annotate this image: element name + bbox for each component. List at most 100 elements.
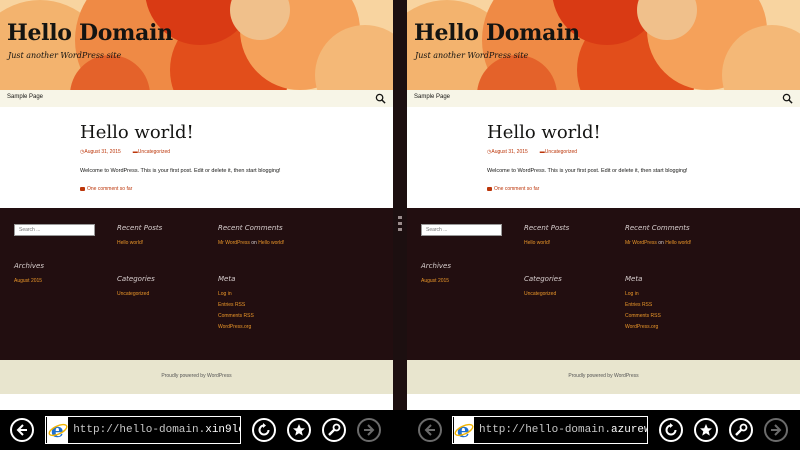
refresh-icon: [665, 423, 677, 436]
meta-link-comments-rss[interactable]: Comments RSS: [218, 313, 254, 319]
post-content: Hello world! ◷August 31, 2015 ▬Uncategori…: [0, 107, 393, 208]
back-arrow-icon: [16, 424, 27, 436]
meta-title: Meta: [625, 275, 643, 283]
recent-comments-title: Recent Comments: [218, 224, 283, 232]
post-date[interactable]: ◷August 31, 2015: [487, 149, 534, 155]
recent-posts-title: Recent Posts: [524, 224, 570, 232]
post-title[interactable]: Hello world!: [80, 122, 194, 143]
recent-post-link[interactable]: Hello world!: [524, 240, 550, 246]
url-domain: azurewebsites.n: [611, 424, 647, 436]
post-category[interactable]: ▬Uncategorized: [540, 149, 583, 155]
post-category-text[interactable]: Uncategorized: [138, 149, 170, 155]
archive-link[interactable]: August 2015: [421, 278, 449, 284]
divider-grip-icon[interactable]: [398, 216, 402, 234]
refresh-button-left[interactable]: [252, 418, 276, 442]
recent-post-link[interactable]: Hello world!: [117, 240, 143, 246]
recent-comment-post[interactable]: Hello world!: [665, 240, 691, 246]
post-category[interactable]: ▬Uncategorized: [133, 149, 176, 155]
site-tagline: Just another WordPress site: [8, 51, 122, 60]
back-arrow-icon: [424, 424, 435, 436]
post-category-text[interactable]: Uncategorized: [545, 149, 577, 155]
site-tagline: Just another WordPress site: [415, 51, 529, 60]
nav-bar: Sample Page: [407, 90, 800, 107]
nav-bar: Sample Page: [0, 90, 393, 107]
archive-link[interactable]: August 2015: [14, 278, 42, 284]
comments-link[interactable]: One comment so far: [80, 186, 132, 192]
forward-arrow-icon: [364, 424, 375, 436]
site-footer: Proudly powered by WordPress: [407, 360, 800, 394]
url-prefix: http://hello-domain.: [479, 424, 612, 436]
comments-link[interactable]: One comment so far: [487, 186, 539, 192]
ie-logo-icon: e: [47, 417, 69, 443]
url-text-right[interactable]: http://hello-domain.azurewebsites.n: [479, 424, 647, 436]
post-content: Hello world! ◷August 31, 2015 ▬Uncategori…: [407, 107, 800, 208]
refresh-icon: [258, 423, 270, 436]
tools-button-right[interactable]: [729, 418, 753, 442]
categories-title: Categories: [117, 275, 155, 283]
back-button-left[interactable]: [10, 418, 34, 442]
recent-comment-author[interactable]: Mr WordPress: [625, 240, 657, 246]
site-title[interactable]: Hello Domain: [7, 20, 173, 46]
widget-search-input[interactable]: [14, 224, 95, 236]
category-link[interactable]: Uncategorized: [117, 291, 149, 297]
widget-search-input[interactable]: [421, 224, 502, 236]
post-excerpt: Welcome to WordPress. This is your first…: [80, 168, 281, 174]
post-meta: ◷August 31, 2015 ▬Uncategorized: [80, 149, 182, 155]
meta-link-entries-rss[interactable]: Entries RSS: [218, 302, 245, 308]
post-date[interactable]: ◷August 31, 2015: [80, 149, 127, 155]
footer-widgets: Recent Posts Hello world! Recent Comment…: [407, 208, 800, 360]
powered-by-link[interactable]: Proudly powered by WordPress: [407, 373, 800, 379]
address-bar-right[interactable]: e http://hello-domain.azurewebsites.n: [452, 416, 648, 444]
meta-link-login[interactable]: Log in: [625, 291, 639, 297]
meta-link-entries-rss[interactable]: Entries RSS: [625, 302, 652, 308]
wrench-icon: [735, 423, 748, 436]
search-icon[interactable]: [375, 93, 386, 104]
site-title[interactable]: Hello Domain: [414, 20, 580, 46]
recent-comment-author[interactable]: Mr WordPress: [218, 240, 250, 246]
forward-button-left[interactable]: [357, 418, 381, 442]
favorites-button-left[interactable]: [287, 418, 311, 442]
svg-text:e: e: [457, 420, 470, 440]
recent-comment-on: on: [658, 240, 664, 246]
star-icon: [293, 424, 305, 436]
post-title[interactable]: Hello world!: [487, 122, 601, 143]
post-date-text[interactable]: August 31, 2015: [491, 149, 527, 155]
browser-pane-right: Hello Domain Just another WordPress site…: [407, 0, 800, 410]
recent-comments-title: Recent Comments: [625, 224, 690, 232]
archives-title: Archives: [14, 262, 44, 270]
recent-comment-post[interactable]: Hello world!: [258, 240, 284, 246]
browser-pane-left: Hello Domain Just another WordPress site…: [0, 0, 393, 410]
comments-link-text[interactable]: One comment so far: [494, 186, 539, 192]
category-link[interactable]: Uncategorized: [524, 291, 556, 297]
meta-link-login[interactable]: Log in: [218, 291, 232, 297]
favorites-button-right[interactable]: [694, 418, 718, 442]
comment-bubble-icon: [487, 186, 492, 191]
footer-widgets: Recent Posts Hello world! Recent Comment…: [0, 208, 393, 360]
back-button-right[interactable]: [418, 418, 442, 442]
star-icon: [700, 424, 712, 436]
url-text-left[interactable]: http://hello-domain.xin9le.net/: [73, 424, 240, 436]
post-meta: ◷August 31, 2015 ▬Uncategorized: [487, 149, 589, 155]
search-icon[interactable]: [782, 93, 793, 104]
meta-link-comments-rss[interactable]: Comments RSS: [625, 313, 661, 319]
address-bar-left[interactable]: e http://hello-domain.xin9le.net/: [45, 416, 241, 444]
recent-comment-item: Mr WordPress on Hello world!: [625, 240, 691, 246]
url-domain: xin9le.net/: [205, 424, 240, 436]
meta-link-wordpress-org[interactable]: WordPress.org: [218, 324, 251, 330]
powered-by-link[interactable]: Proudly powered by WordPress: [0, 373, 393, 379]
meta-link-wordpress-org[interactable]: WordPress.org: [625, 324, 658, 330]
tools-button-left[interactable]: [322, 418, 346, 442]
split-divider[interactable]: [393, 0, 407, 410]
categories-title: Categories: [524, 275, 562, 283]
recent-comment-item: Mr WordPress on Hello world!: [218, 240, 284, 246]
svg-text:e: e: [51, 420, 64, 440]
site-header: Hello Domain Just another WordPress site: [407, 0, 800, 90]
meta-title: Meta: [218, 275, 236, 283]
nav-item-sample-page[interactable]: Sample Page: [7, 94, 43, 100]
nav-item-sample-page[interactable]: Sample Page: [414, 94, 450, 100]
comments-link-text[interactable]: One comment so far: [87, 186, 132, 192]
forward-button-right[interactable]: [764, 418, 788, 442]
post-excerpt: Welcome to WordPress. This is your first…: [487, 168, 688, 174]
post-date-text[interactable]: August 31, 2015: [84, 149, 120, 155]
refresh-button-right[interactable]: [659, 418, 683, 442]
